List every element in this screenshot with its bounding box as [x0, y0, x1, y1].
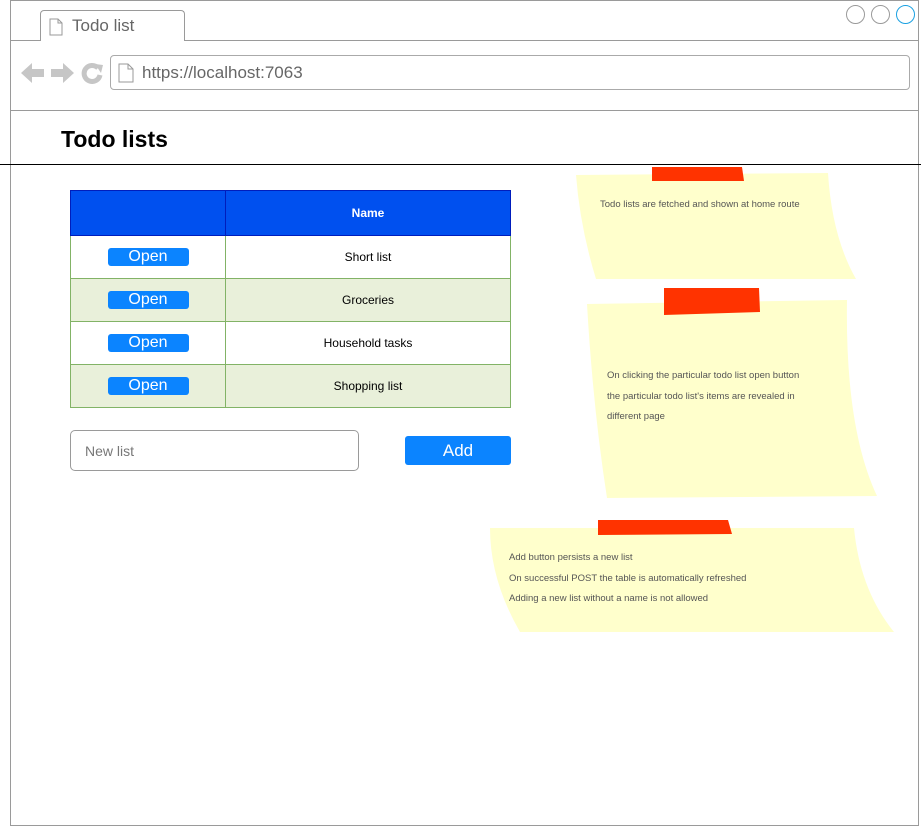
close-button[interactable]	[896, 5, 915, 24]
tab-title: Todo list	[72, 16, 135, 35]
url-text: https://localhost:7063	[142, 63, 303, 82]
table-cell-name: Groceries	[225, 278, 511, 322]
open-button[interactable]: Open	[107, 377, 189, 395]
table-cell-action: Open	[70, 235, 226, 279]
address-bar-divider	[10, 110, 919, 111]
note-text-line: On clicking the particular todo list ope…	[607, 370, 800, 381]
column-header-name: Name	[225, 190, 511, 236]
sticky-note: On clicking the particular todo list ope…	[587, 288, 879, 500]
todo-lists-table: Name Open Short list Open Groceries Open…	[70, 190, 511, 408]
table-cell-action: Open	[70, 364, 226, 408]
table-cell-name: Shopping list	[225, 364, 511, 408]
forward-arrow-icon[interactable]	[50, 62, 74, 89]
minimize-button[interactable]	[846, 5, 865, 24]
note-text-line: Add button persists a new list	[509, 552, 633, 563]
address-bar[interactable]: https://localhost:7063	[110, 55, 910, 90]
sticky-note: Todo lists are fetched and shown at home…	[576, 167, 860, 281]
table-cell-name: Short list	[225, 235, 511, 279]
table-row: Open Household tasks	[70, 321, 511, 365]
note-text-line: the particular todo list's items are rev…	[607, 390, 795, 402]
table-row: Open Short list	[70, 235, 511, 279]
table-row: Open Shopping list	[70, 364, 511, 408]
back-arrow-icon[interactable]	[21, 62, 45, 89]
browser-tab[interactable]: Todo list	[40, 10, 185, 41]
maximize-button[interactable]	[871, 5, 890, 24]
note-text-line: Todo lists are fetched and shown at home…	[600, 199, 800, 210]
table-header-row: Name	[70, 190, 511, 236]
note-text-line: different page	[607, 411, 665, 422]
column-header-action	[70, 190, 226, 236]
doc-icon	[118, 63, 134, 88]
page-title: Todo lists	[61, 126, 168, 152]
table-row: Open Groceries	[70, 278, 511, 322]
open-button[interactable]: Open	[107, 334, 189, 352]
note-text-line: Adding a new list without a name is not …	[509, 593, 709, 604]
header-divider	[0, 164, 921, 165]
sticky-note: Add button persists a new list On succes…	[490, 520, 896, 634]
refresh-icon[interactable]	[81, 62, 103, 89]
note-text-line: On successful POST the table is automati…	[509, 572, 747, 584]
doc-icon	[49, 18, 63, 41]
table-cell-action: Open	[70, 321, 226, 365]
open-button[interactable]: Open	[107, 291, 189, 309]
add-button[interactable]: Add	[405, 436, 511, 465]
new-list-input[interactable]	[70, 430, 359, 471]
table-cell-action: Open	[70, 278, 226, 322]
open-button[interactable]: Open	[107, 248, 189, 266]
table-cell-name: Household tasks	[225, 321, 511, 365]
